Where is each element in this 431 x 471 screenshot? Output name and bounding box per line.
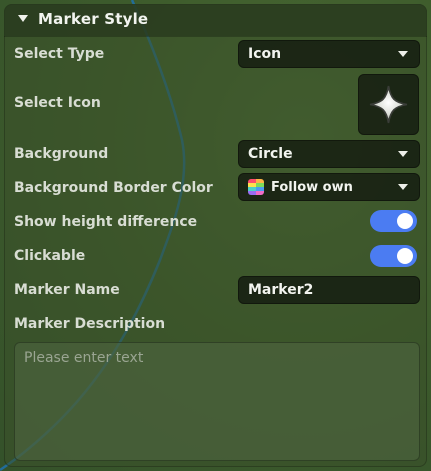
select-type-dropdown[interactable]: Icon (238, 40, 420, 68)
select-icon-label: Select Icon (14, 95, 101, 111)
marker-description-label: Marker Description (14, 316, 166, 332)
chevron-down-icon (398, 51, 408, 57)
border-color-dropdown[interactable]: Follow own (238, 173, 420, 201)
toggle-knob (397, 213, 413, 229)
toggle-knob (397, 248, 413, 264)
panel-title: Marker Style (38, 10, 149, 28)
chevron-down-icon (398, 184, 408, 190)
rainbow-swatch-icon (248, 179, 264, 195)
chevron-down-icon (398, 151, 408, 157)
select-type-label: Select Type (14, 46, 105, 62)
clickable-toggle[interactable] (370, 245, 417, 267)
border-color-label: Background Border Color (14, 180, 213, 196)
border-color-value: Follow own (271, 180, 353, 195)
select-type-value: Icon (248, 46, 282, 62)
marker-name-label: Marker Name (14, 282, 120, 298)
select-icon-button[interactable] (358, 74, 419, 135)
collapse-chevron-icon[interactable] (18, 15, 28, 22)
marker-style-panel: Marker Style Select Type Icon Select Ico… (4, 4, 427, 467)
marker-name-input[interactable] (238, 276, 420, 304)
clickable-label: Clickable (14, 248, 86, 264)
height-diff-toggle[interactable] (370, 210, 417, 232)
four-point-star-icon (369, 85, 408, 124)
background-label: Background (14, 146, 109, 162)
height-diff-label: Show height difference (14, 214, 198, 230)
background-dropdown[interactable]: Circle (238, 140, 420, 168)
background-value: Circle (248, 146, 293, 162)
marker-description-textarea[interactable] (14, 342, 420, 461)
panel-header[interactable]: Marker Style (4, 4, 427, 36)
